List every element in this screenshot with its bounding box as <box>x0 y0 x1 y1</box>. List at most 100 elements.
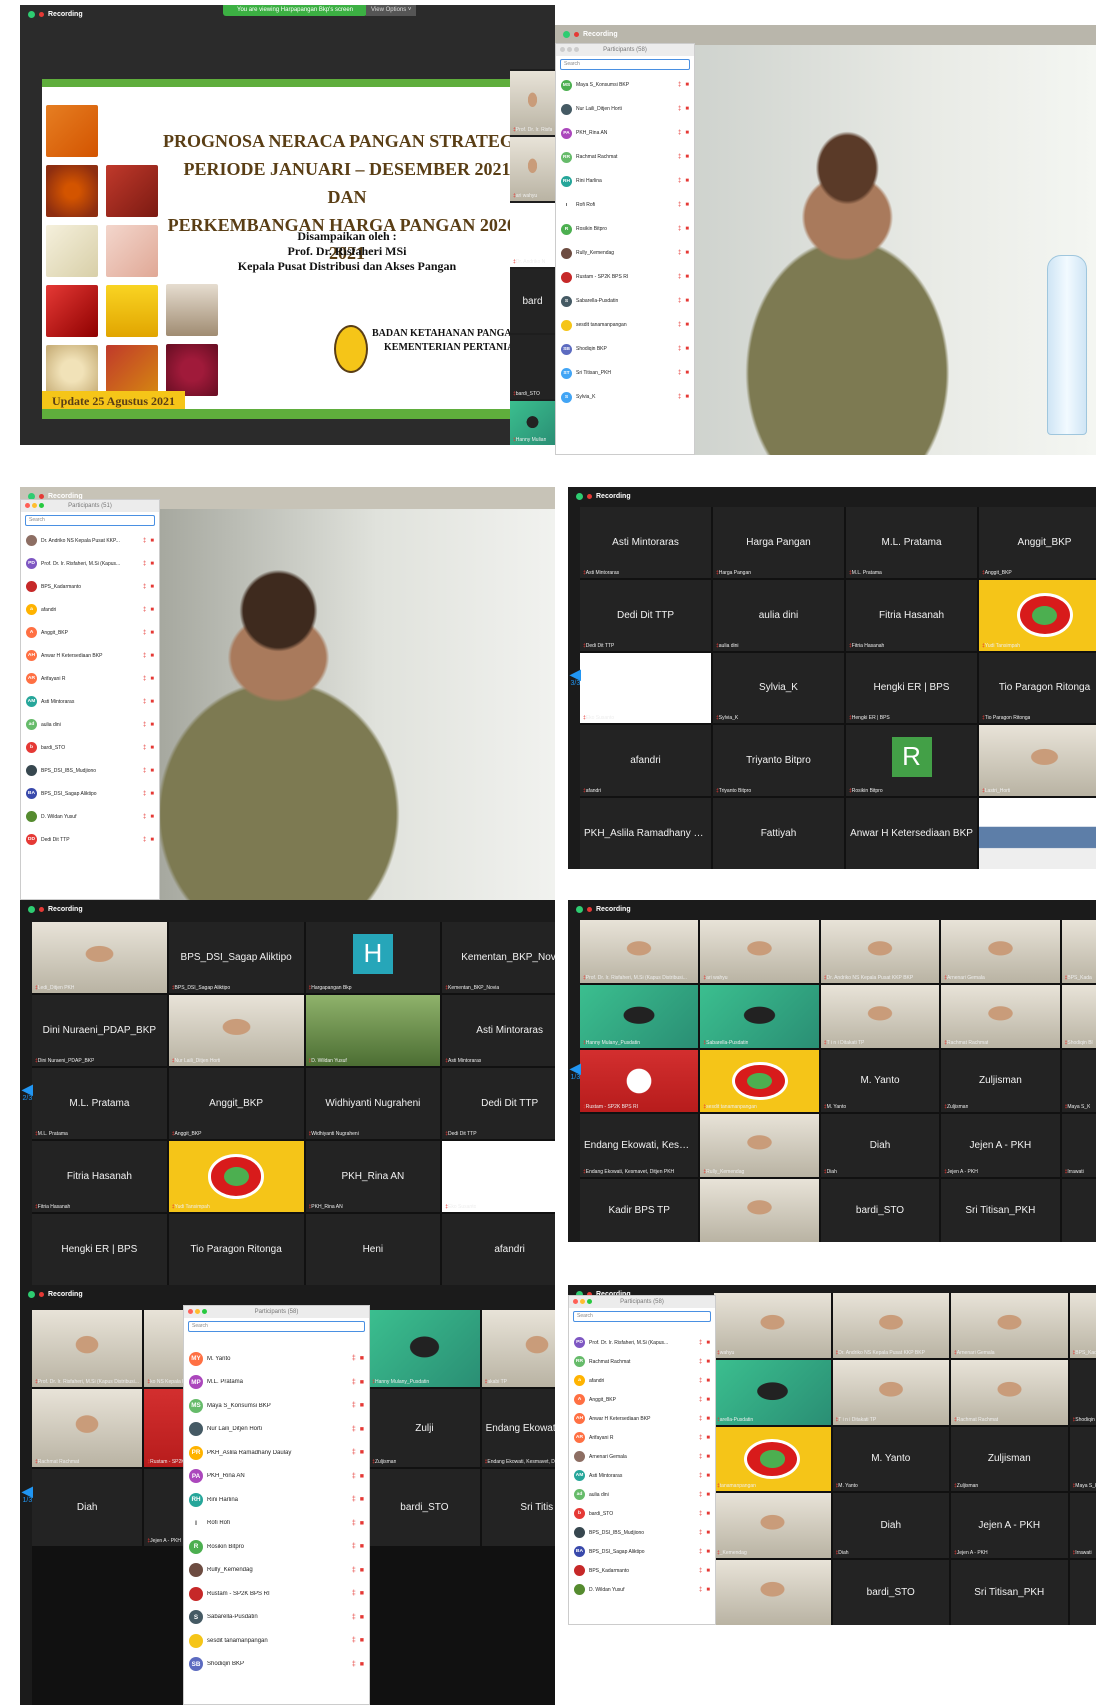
video-tile[interactable]: Hanny Mulany_Pusdatin <box>580 984 699 1048</box>
muted-mic-icon[interactable]: ‡ <box>352 1402 356 1409</box>
video-tile[interactable]: arella-Pusdatin <box>714 1359 831 1425</box>
video-tile[interactable]: ari wahyu <box>700 920 819 983</box>
video-tile[interactable] <box>714 1560 831 1625</box>
video-tile[interactable]: Hengki ER | BPS Hengki ER | BPS <box>846 652 977 724</box>
video-tile[interactable]: R Rosikin Bitpro <box>846 725 977 797</box>
video-off-icon[interactable]: ■ <box>706 1340 710 1346</box>
video-off-icon[interactable]: ■ <box>706 1530 710 1536</box>
video-tile[interactable]: Diah Diah <box>820 1114 940 1178</box>
video-tile[interactable]: afandri afandri <box>580 725 711 797</box>
muted-mic-icon[interactable]: ‡ <box>143 791 146 797</box>
video-tile[interactable]: PKH_Rina AN PKH_Rina AN <box>305 1141 441 1212</box>
muted-mic-icon[interactable]: ‡ <box>699 1340 702 1346</box>
video-tile[interactable]: SShodiqin Bl <box>1069 1359 1096 1425</box>
video-tile[interactable]: Anwar H Ketersediaan BKP <box>846 798 977 869</box>
muted-mic-icon[interactable]: ‡ <box>678 370 681 376</box>
muted-mic-icon[interactable]: ‡ <box>352 1567 356 1574</box>
participant-row[interactable]: Dr. Andriko NS Kepala Pusat KKP... ‡ ■ <box>21 529 159 552</box>
participant-row[interactable]: BA BPS_DSI_Sagap Aliktipo ‡ ■ <box>21 782 159 805</box>
muted-mic-icon[interactable]: ‡ <box>678 298 681 304</box>
video-tile[interactable]: Rustam - SP2K BPS RI <box>580 1049 699 1113</box>
video-off-icon[interactable]: ■ <box>706 1568 710 1574</box>
participant-row[interactable]: MY M. Yanto ‡ ■ <box>184 1347 369 1371</box>
video-off-icon[interactable]: ■ <box>150 653 154 659</box>
participant-row[interactable]: a afandri ‡ ■ <box>21 598 159 621</box>
video-tile[interactable]: bardi_STO <box>832 1560 949 1625</box>
muted-mic-icon[interactable]: ‡ <box>678 250 681 256</box>
participant-row[interactable]: D. Wildan Yusuf ‡ ■ <box>569 1580 715 1599</box>
video-tile[interactable]: Sri Titisan_PKH <box>951 1560 1068 1625</box>
video-off-icon[interactable]: ■ <box>685 274 689 280</box>
video-off-icon[interactable]: ■ <box>685 250 689 256</box>
video-tile[interactable]: Rully_Kemendag <box>700 1114 819 1178</box>
video-tile[interactable]: Zulji Zuljisman <box>369 1389 480 1467</box>
muted-mic-icon[interactable]: ‡ <box>699 1568 702 1574</box>
muted-mic-icon[interactable]: ‡ <box>699 1492 702 1498</box>
video-tile[interactable]: Zuljisman Zuljisman <box>941 1049 1060 1113</box>
participant-row[interactable]: MS Maya S_Konsumsi BKP ‡ ■ <box>184 1394 369 1418</box>
muted-mic-icon[interactable]: ‡ <box>352 1590 356 1597</box>
video-off-icon[interactable]: ■ <box>150 699 154 705</box>
video-tile[interactable]: M. Yanto M. Yanto <box>832 1426 949 1492</box>
participant-row[interactable]: Rully_Kemendag ‡ ■ <box>184 1559 369 1583</box>
video-tile[interactable]: Widhiyanti Nugraheni Widhiyanti Nugraheni <box>305 1068 441 1139</box>
video-off-icon[interactable]: ■ <box>685 322 689 328</box>
video-off-icon[interactable]: ■ <box>685 82 689 88</box>
participant-row[interactable]: RH Rini Harlina ‡ ■ <box>184 1488 369 1512</box>
video-off-icon[interactable]: ■ <box>706 1511 710 1517</box>
video-tile[interactable]: sesdit tanamanpangan <box>700 1049 819 1113</box>
gallery-prev-page-button[interactable]: ◀ 2/3 <box>22 1082 33 1103</box>
participant-row[interactable]: A Anggit_BKP ‡ ■ <box>21 621 159 644</box>
video-tile[interactable]: Prof. Dr. Ir. Risfaheri, M.Si (Kapus Dis… <box>580 920 699 983</box>
video-tile[interactable]: Hengki ER | BPS <box>32 1214 167 1285</box>
video-tile[interactable]: Lastri_Horti <box>979 725 1096 797</box>
muted-mic-icon[interactable]: ‡ <box>352 1637 356 1644</box>
video-tile[interactable]: bardi_STO <box>369 1468 480 1547</box>
video-tile[interactable]: Asti Mintoraras Asti Mintoraras <box>580 507 711 578</box>
muted-mic-icon[interactable]: ‡ <box>699 1378 702 1384</box>
video-off-icon[interactable]: ■ <box>360 1520 364 1527</box>
video-off-icon[interactable]: ■ <box>706 1397 710 1403</box>
video-tile[interactable]: H Hargapangan Bkp <box>305 922 441 993</box>
video-off-icon[interactable]: ■ <box>685 178 689 184</box>
video-off-icon[interactable]: ■ <box>706 1359 710 1365</box>
participant-row[interactable]: Rustam - SP2K BPS RI ‡ ■ <box>184 1582 369 1606</box>
video-tile[interactable]: Zuljisman Zuljisman <box>951 1426 1068 1492</box>
video-tile[interactable]: Rachmat Rachmat <box>951 1359 1068 1425</box>
video-off-icon[interactable]: ■ <box>706 1416 710 1422</box>
video-off-icon[interactable]: ■ <box>150 584 154 590</box>
video-tile[interactable]: Anggit_BKP Anggit_BKP <box>979 507 1096 578</box>
video-off-icon[interactable]: ■ <box>360 1426 364 1433</box>
participant-row[interactable]: DD Dedi Dit TTP ‡ ■ <box>21 828 159 851</box>
video-tile[interactable]: Irrawati <box>1069 1493 1096 1559</box>
video-tile[interactable]: T i n i Ditakati TP <box>832 1359 949 1425</box>
participant-row[interactable]: ST Sri Titisan_PKH ‡ ■ <box>556 361 694 385</box>
muted-mic-icon[interactable]: ‡ <box>143 538 146 544</box>
muted-mic-icon[interactable]: ‡ <box>143 722 146 728</box>
video-tile[interactable]: Kementan_BKP_Novi Kementan_BKP_Novia <box>442 922 555 993</box>
video-off-icon[interactable]: ■ <box>706 1473 710 1479</box>
muted-mic-icon[interactable]: ‡ <box>143 768 146 774</box>
video-tile[interactable]: BPS_DSI_Sagap Aliktipo BPS_DSI_Sagap Alik… <box>168 922 304 993</box>
video-tile[interactable]: MayaMaya S_Kon <box>1069 1426 1096 1492</box>
video-off-icon[interactable]: ■ <box>150 814 154 820</box>
muted-mic-icon[interactable]: ‡ <box>699 1511 702 1517</box>
video-tile[interactable]: Fitria Hasanah Fitria Hasanah <box>32 1141 167 1212</box>
video-off-icon[interactable]: ■ <box>685 370 689 376</box>
muted-mic-icon[interactable]: ‡ <box>699 1435 702 1441</box>
muted-mic-icon[interactable]: ‡ <box>143 630 146 636</box>
video-tile[interactable]: _Kemendag <box>714 1493 831 1559</box>
video-tile[interactable]: Rachmat Rachmat <box>32 1389 143 1467</box>
muted-mic-icon[interactable]: ‡ <box>678 226 681 232</box>
muted-mic-icon[interactable]: ‡ <box>678 202 681 208</box>
muted-mic-icon[interactable]: ‡ <box>143 653 146 659</box>
participant-row[interactable]: PD Prof. Dr. Ir. Risfaheri, M.Si (Kapus..… <box>21 552 159 575</box>
muted-mic-icon[interactable]: ‡ <box>678 394 681 400</box>
video-off-icon[interactable]: ■ <box>360 1661 364 1668</box>
video-off-icon[interactable]: ■ <box>706 1378 710 1384</box>
gallery-prev-page-button[interactable]: ◀ 3/3 <box>570 667 581 688</box>
participant-row[interactable]: PA PKH_Rina AN ‡ ■ <box>556 121 694 145</box>
video-off-icon[interactable]: ■ <box>685 106 689 112</box>
muted-mic-icon[interactable]: ‡ <box>143 676 146 682</box>
gallery-prev-page-button[interactable]: ◀ 1/3 <box>22 1484 33 1505</box>
